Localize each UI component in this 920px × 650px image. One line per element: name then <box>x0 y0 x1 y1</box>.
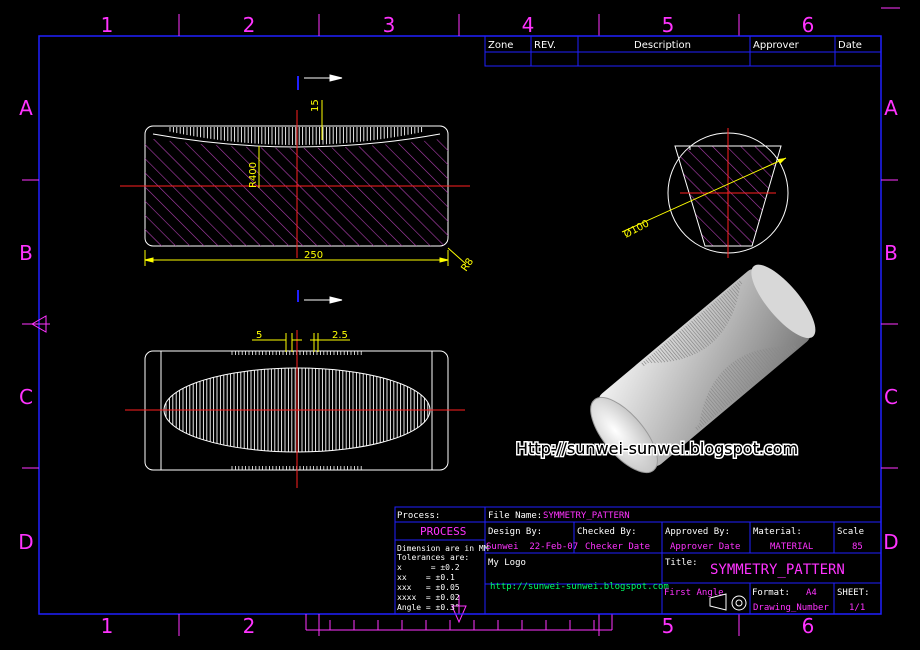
dim-groove-pitch: 5 <box>256 330 262 341</box>
col-label: 3 <box>383 13 396 37</box>
rev-description-header: Description <box>634 40 691 51</box>
format-label: Format: <box>752 588 790 598</box>
logo-url: http://sunwei-sunwei.blogspot.com <box>490 582 669 592</box>
row-markers-right: A B C D <box>883 96 898 554</box>
process-value: PROCESS <box>420 525 466 538</box>
col-label: 5 <box>662 13 675 37</box>
tolerance-line: xx = ±0.1 <box>397 573 455 582</box>
col-label: 6 <box>802 13 815 37</box>
col-label: 6 <box>802 614 815 638</box>
process-label: Process: <box>397 511 440 521</box>
scale-label: Scale <box>837 527 864 537</box>
approved-by-value: Approver Date <box>670 542 740 552</box>
col-label: 5 <box>662 614 675 638</box>
rev-date-header: Date <box>838 40 862 51</box>
row-markers-left: A B C D <box>18 96 33 554</box>
watermark-text: Http://sunwei-sunwei.blogspot.com <box>516 439 798 458</box>
tolerance-line: Angle = ±0.3° <box>397 603 460 612</box>
rev-zone-header: Zone <box>488 40 513 51</box>
logo-label: My Logo <box>488 558 526 568</box>
sheet-label: SHEET: <box>837 588 870 598</box>
dim-length: 250 <box>304 250 323 261</box>
dim-diameter: Ø100 <box>622 217 651 240</box>
plan-view-dim-text: 5 2.5 <box>256 330 348 341</box>
material-label: Material: <box>753 527 802 537</box>
design-by-label: Design By: <box>488 527 542 537</box>
rev-rev-header: REV. <box>534 40 556 51</box>
dim-groove-depth: 15 <box>310 99 321 112</box>
cad-drawing: 1 2 3 4 5 6 1 2 5 6 A B C D A B C D Zone… <box>18 7 900 638</box>
checked-by-label: Checked By: <box>577 527 637 537</box>
drawing-title: SYMMETRY_PATTERN <box>710 562 845 578</box>
row-label: A <box>884 96 898 120</box>
tolerance-line: xxxx = ±0.02 <box>397 593 460 602</box>
drawing-number: Drawing_Number <box>753 603 829 613</box>
tolerance-line: x = ±0.2 <box>397 563 460 572</box>
tolerance-line: xxx = ±0.05 <box>397 583 460 592</box>
col-label: 1 <box>101 614 114 638</box>
front-section-view <box>120 110 470 258</box>
col-label: 1 <box>101 13 114 37</box>
title-label: Title: <box>665 558 698 568</box>
scale-value: 85 <box>852 542 863 552</box>
row-label: B <box>19 241 33 265</box>
file-name-value: SYMMETRY_PATTERN <box>543 511 630 521</box>
approved-by-label: Approved By: <box>665 527 730 537</box>
tolerance-subtitle: Tolerances are: <box>397 553 469 562</box>
col-label: 2 <box>243 614 256 638</box>
checked-by-value: Checker Date <box>585 542 650 552</box>
row-label: C <box>884 385 898 409</box>
dim-groove-width: 2.5 <box>332 330 348 341</box>
row-label: A <box>19 96 33 120</box>
format-value: A4 <box>806 588 817 598</box>
top-plan-view <box>125 330 465 488</box>
tolerance-title: Dimension are in MM <box>397 544 489 553</box>
col-label: 2 <box>243 13 256 37</box>
side-section-view: Ø100 <box>622 128 789 258</box>
dim-radius-400: R400 <box>248 162 259 188</box>
col-label: 4 <box>522 13 535 37</box>
first-angle-projection-icon <box>709 593 747 611</box>
sheet-value: 1/1 <box>849 603 865 613</box>
title-block-text: Process: PROCESS Dimension are in MM Tol… <box>397 511 870 613</box>
file-name-label: File Name: <box>488 511 542 521</box>
row-label: B <box>884 241 898 265</box>
row-label: C <box>19 385 33 409</box>
revision-headers: Zone REV. Description Approver Date <box>488 40 862 51</box>
row-label: D <box>18 530 33 554</box>
column-markers-top: 1 2 3 4 5 6 <box>101 13 815 37</box>
rev-approver-header: Approver <box>753 40 800 51</box>
design-by-value: Sunwei 22-Feb-07 <box>486 542 578 552</box>
material-value: MATERIAL <box>770 542 813 552</box>
row-label: D <box>883 530 898 554</box>
dim-fillet-radius: R8 <box>459 257 476 274</box>
